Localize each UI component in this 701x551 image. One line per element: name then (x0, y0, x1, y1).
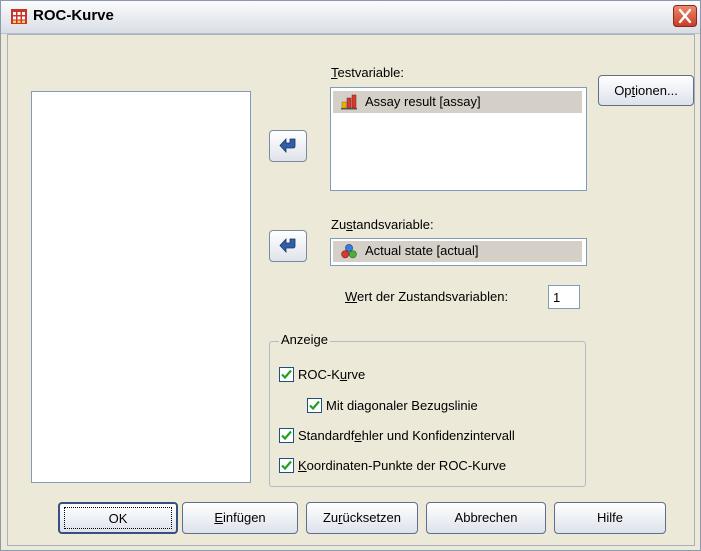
paste-button[interactable]: Einfügen (182, 502, 298, 534)
diagonal-reference-label: Mit diagonaler Bezugslinie (326, 398, 478, 413)
focus-rectangle (64, 507, 172, 529)
close-icon[interactable] (673, 5, 697, 27)
checkmark-icon (281, 369, 292, 380)
arrow-left-icon (279, 237, 296, 254)
state-value-label: Wert der Zustandsvariablen: (345, 289, 509, 304)
ok-button[interactable]: OK (58, 502, 178, 534)
arrow-left-icon (279, 137, 296, 154)
scale-variable-icon (341, 94, 357, 110)
std-error-checkbox[interactable] (279, 428, 294, 443)
test-variable-list[interactable]: Assay result [assay] (330, 87, 587, 191)
title-bar[interactable]: ROC-Kurve (1, 1, 700, 34)
coordinates-label: Koordinaten-Punkte der ROC-Kurve (298, 458, 507, 473)
display-group-title: Anzeige (279, 332, 330, 347)
roc-curve-label: ROC-Kurve (298, 367, 366, 382)
state-variable-item[interactable]: Actual state [actual] (333, 241, 582, 262)
test-variable-label: Testvariable: (331, 65, 404, 80)
test-variable-item[interactable]: Assay result [assay] (333, 91, 582, 113)
checkmark-icon (309, 400, 320, 411)
options-button[interactable]: Optionen... (598, 75, 694, 106)
nominal-variable-icon (341, 244, 357, 259)
std-error-label: Standardfehler und Konfidenzintervall (298, 428, 515, 443)
checkmark-icon (281, 430, 292, 441)
reset-button[interactable]: Zurücksetzen (306, 502, 418, 534)
spss-grid-icon (11, 9, 27, 24)
roc-curve-checkbox[interactable] (279, 367, 294, 382)
test-variable-text: Assay result [assay] (365, 94, 481, 109)
move-to-state-variable-button[interactable] (269, 230, 307, 262)
state-variable-label: Zustandsvariable: (331, 217, 434, 232)
help-button[interactable]: Hilfe (554, 502, 666, 534)
state-variable-field[interactable]: Actual state [actual] (330, 238, 587, 266)
diagonal-reference-checkbox[interactable] (307, 398, 322, 413)
cancel-button[interactable]: Abbrechen (426, 502, 546, 534)
state-value-input[interactable]: 1 (548, 285, 580, 309)
dialog-window: ROC-Kurve Testvariable: Assay result [as… (0, 0, 701, 551)
window-title: ROC-Kurve (33, 7, 114, 24)
move-to-test-variable-button[interactable] (269, 130, 307, 162)
checkmark-icon (281, 460, 292, 471)
coordinates-checkbox[interactable] (279, 458, 294, 473)
source-variable-list[interactable] (31, 91, 251, 483)
state-variable-text: Actual state [actual] (365, 243, 479, 258)
